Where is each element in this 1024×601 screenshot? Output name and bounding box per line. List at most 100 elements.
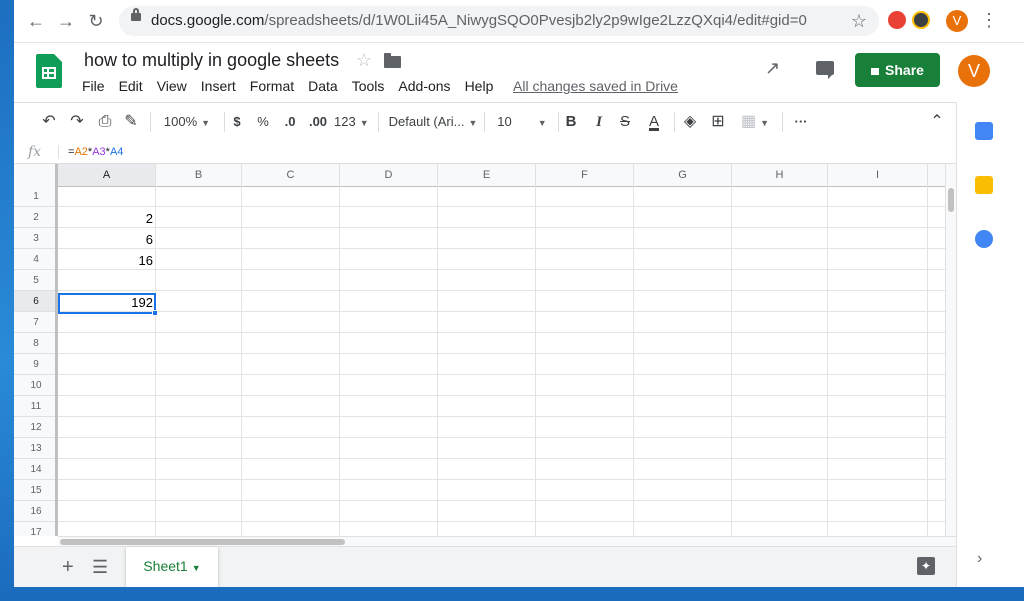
extension-icon-red[interactable]: [888, 11, 906, 29]
increase-decimal-button[interactable]: .00: [306, 103, 330, 141]
menu-format[interactable]: Format: [250, 78, 294, 94]
menu-view[interactable]: View: [157, 78, 187, 94]
column-header-d[interactable]: D: [340, 164, 438, 186]
formula-ref-a3: A3: [92, 146, 106, 158]
explore-icon[interactable]: ✦: [917, 557, 935, 575]
column-header-h[interactable]: H: [732, 164, 828, 186]
sheets-logo-icon[interactable]: [36, 54, 62, 88]
formula-text[interactable]: =A2*A3*A4: [68, 141, 123, 163]
decrease-decimal-button[interactable]: .0: [280, 103, 300, 141]
undo-icon[interactable]: ↶: [38, 103, 60, 141]
currency-format-button[interactable]: $: [230, 103, 244, 141]
column-header-e[interactable]: E: [438, 164, 536, 186]
back-arrow-icon[interactable]: ←: [24, 9, 48, 33]
zoom-value: 100%: [163, 114, 198, 129]
redo-icon[interactable]: ↷: [66, 103, 88, 141]
row-header-4[interactable]: 4: [14, 249, 58, 270]
row-header-8[interactable]: 8: [14, 333, 58, 354]
menu-file[interactable]: File: [82, 78, 105, 94]
account-avatar[interactable]: V: [958, 55, 990, 87]
keep-icon[interactable]: [975, 176, 993, 194]
horizontal-scroll-thumb[interactable]: [60, 539, 345, 545]
reload-icon[interactable]: ↻: [84, 9, 108, 33]
menu-data[interactable]: Data: [308, 78, 338, 94]
fill-color-icon[interactable]: ◈: [680, 103, 700, 141]
merge-cells-icon[interactable]: ▦ ▼: [738, 103, 772, 141]
address-bar[interactable]: docs.google.com/spreadsheets/d/1W0Lii45A…: [119, 6, 879, 36]
menu-insert[interactable]: Insert: [201, 78, 236, 94]
cell-a4[interactable]: 16: [58, 250, 156, 271]
document-title[interactable]: how to multiply in google sheets: [84, 50, 339, 71]
menu-addons[interactable]: Add-ons: [398, 78, 450, 94]
more-options-icon[interactable]: ···: [790, 103, 812, 141]
row-header-7[interactable]: 7: [14, 312, 58, 333]
tasks-icon[interactable]: [975, 230, 993, 248]
row-header-2[interactable]: 2: [14, 207, 58, 228]
bold-button[interactable]: B: [564, 103, 578, 141]
comments-icon[interactable]: [816, 61, 834, 79]
spreadsheet-grid[interactable]: A B C D E F G H I 1 2 3 4 5 6 7 8 9 10 1…: [14, 164, 945, 536]
menu-help[interactable]: Help: [465, 78, 494, 94]
chevron-down-icon: ▼: [191, 563, 201, 573]
column-header-i[interactable]: I: [828, 164, 928, 186]
column-header-c[interactable]: C: [242, 164, 340, 186]
row-header-11[interactable]: 11: [14, 396, 58, 417]
row-header-1[interactable]: 1: [14, 186, 58, 207]
row-header-6[interactable]: 6: [14, 291, 58, 312]
row-header-10[interactable]: 10: [14, 375, 58, 396]
paint-format-icon[interactable]: ✎: [120, 103, 142, 141]
column-header-a[interactable]: A: [58, 164, 156, 186]
cell-a2[interactable]: 2: [58, 208, 156, 229]
extension-icon-dark[interactable]: [912, 11, 930, 29]
forward-arrow-icon[interactable]: →: [54, 9, 78, 33]
more-formats-select[interactable]: 123 ▼: [334, 103, 369, 141]
save-status-link[interactable]: All changes saved in Drive: [513, 78, 678, 94]
select-all-corner[interactable]: [14, 164, 58, 186]
column-header-b[interactable]: B: [156, 164, 242, 186]
activity-trend-icon[interactable]: ↗: [765, 58, 780, 79]
side-panel: ›: [956, 102, 1024, 587]
row-header-15[interactable]: 15: [14, 480, 58, 501]
row-header-5[interactable]: 5: [14, 270, 58, 291]
text-color-button[interactable]: A: [644, 103, 664, 141]
cell-a3[interactable]: 6: [58, 229, 156, 250]
vertical-scroll-thumb[interactable]: [948, 188, 954, 212]
column-header-g[interactable]: G: [634, 164, 732, 186]
fill-handle[interactable]: [152, 310, 158, 316]
row-header-13[interactable]: 13: [14, 438, 58, 459]
print-icon[interactable]: ⎙: [94, 103, 116, 141]
font-size-value: 10: [497, 114, 512, 129]
row-header-12[interactable]: 12: [14, 417, 58, 438]
move-to-folder-icon[interactable]: [384, 53, 401, 68]
chevron-right-icon[interactable]: ›: [977, 550, 982, 568]
menu-tools[interactable]: Tools: [352, 78, 385, 94]
zoom-select[interactable]: 100% ▼: [160, 103, 214, 141]
row-header-14[interactable]: 14: [14, 459, 58, 480]
percent-format-button[interactable]: %: [256, 103, 270, 141]
calendar-icon[interactable]: [975, 122, 993, 140]
menu-edit[interactable]: Edit: [119, 78, 143, 94]
share-button[interactable]: Share: [855, 53, 940, 87]
row-header-17[interactable]: 17: [14, 522, 58, 536]
row-header-16[interactable]: 16: [14, 501, 58, 522]
row-header-9[interactable]: 9: [14, 354, 58, 375]
add-sheet-icon[interactable]: +: [62, 555, 74, 579]
sheet-tab-sheet1[interactable]: Sheet1 ▼: [126, 547, 218, 587]
all-sheets-icon[interactable]: ☰: [92, 555, 108, 579]
formula-bar[interactable]: fx =A2*A3*A4: [14, 141, 956, 164]
strikethrough-button[interactable]: S: [618, 103, 632, 141]
row-header-3[interactable]: 3: [14, 228, 58, 249]
url-text[interactable]: docs.google.com/spreadsheets/d/1W0Lii45A…: [151, 6, 807, 36]
star-icon[interactable]: ☆: [356, 50, 372, 71]
borders-icon[interactable]: ⊞: [708, 103, 728, 141]
bookmark-star-icon[interactable]: ☆: [851, 6, 867, 36]
font-family-select[interactable]: Default (Ari... ▼: [388, 103, 478, 141]
browser-menu-icon[interactable]: ⋮: [980, 8, 998, 32]
font-size-select[interactable]: 10 ▼: [496, 103, 548, 141]
browser-profile-avatar[interactable]: V: [946, 10, 968, 32]
active-cell-outline: [58, 293, 156, 314]
formula-ref-a2: A2: [74, 146, 88, 158]
column-header-f[interactable]: F: [536, 164, 634, 186]
collapse-menu-chevron-up-icon[interactable]: ⌃: [926, 103, 948, 141]
italic-button[interactable]: I: [592, 103, 606, 141]
